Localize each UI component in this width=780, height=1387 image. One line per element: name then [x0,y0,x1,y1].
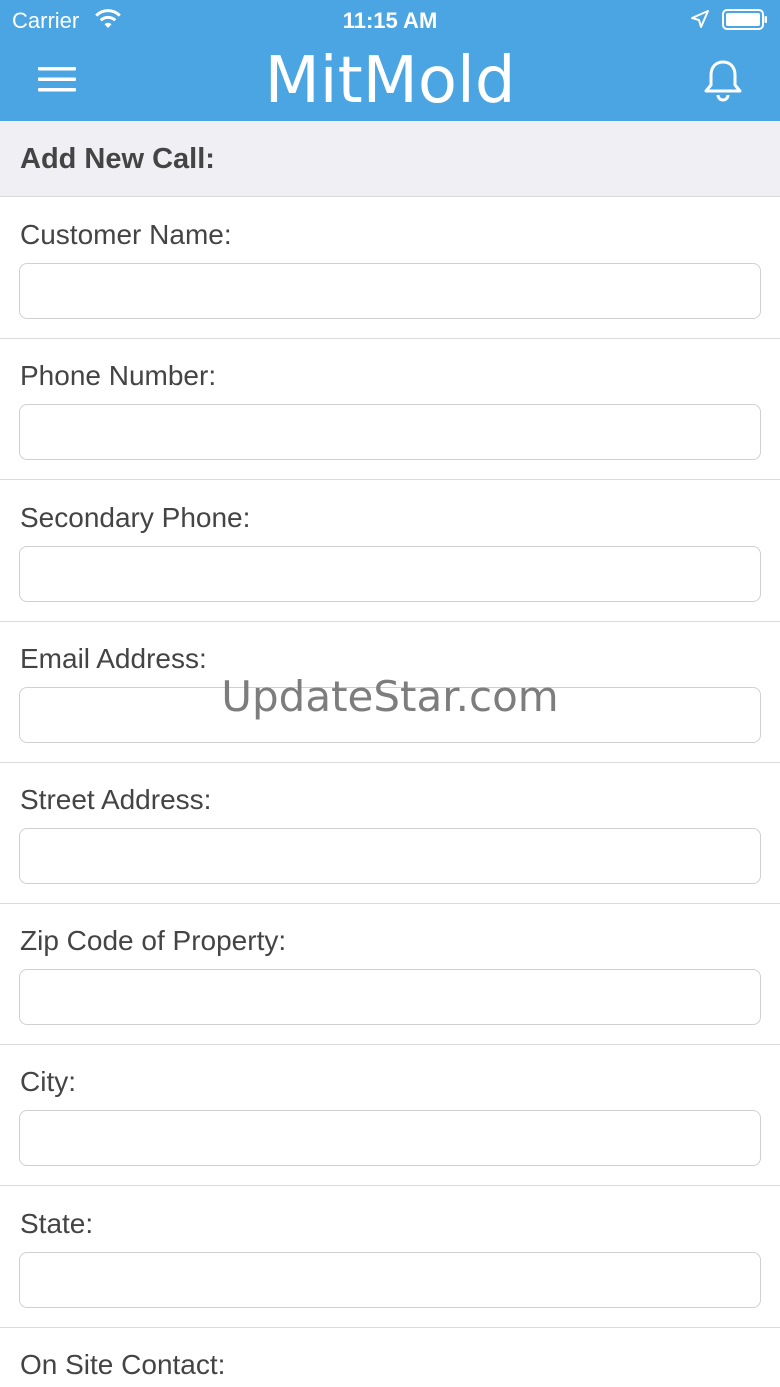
street-address-input[interactable] [19,828,761,884]
on-site-contact-label: On Site Contact: [20,1349,226,1380]
street-address-row: Street Address: [0,762,780,904]
app-logo: MitMold [264,44,516,118]
zip-code-input[interactable] [19,969,761,1025]
city-label: City: [20,1066,76,1097]
zip-code-label: Zip Code of Property: [20,925,287,956]
zip-code-row: Zip Code of Property: [0,903,780,1045]
customer-name-row: Customer Name: [0,197,780,339]
phone-number-label: Phone Number: [20,360,217,391]
email-address-label: Email Address: [20,643,207,674]
form-section-header: Add New Call: [0,121,780,197]
customer-name-input[interactable] [19,263,761,319]
street-address-label: Street Address: [20,784,212,815]
state-label: State: [20,1208,94,1239]
location-arrow-icon [691,10,709,28]
customer-name-label: Customer Name: [20,219,232,250]
battery-icon [722,9,767,30]
email-address-row: Email Address: [0,621,780,763]
status-bar: Carrier 11:15 AM [0,0,780,40]
phone-number-input[interactable] [19,404,761,460]
on-site-contact-row: On Site Contact: [0,1327,780,1387]
secondary-phone-label: Secondary Phone: [20,502,251,533]
secondary-phone-row: Secondary Phone: [0,480,780,622]
email-address-input[interactable] [19,687,761,743]
phone-number-row: Phone Number: [0,338,780,480]
city-row: City: [0,1044,780,1186]
navigation-bar: MitMold [0,40,780,121]
app-header: Carrier 11:15 AM MitMold [0,0,780,121]
state-input[interactable] [19,1252,761,1308]
form-heading: Add New Call: [20,143,215,175]
city-input[interactable] [19,1110,761,1166]
bell-icon[interactable] [702,58,744,102]
state-row: State: [0,1186,780,1328]
status-time: 11:15 AM [342,8,438,33]
secondary-phone-input[interactable] [19,546,761,602]
